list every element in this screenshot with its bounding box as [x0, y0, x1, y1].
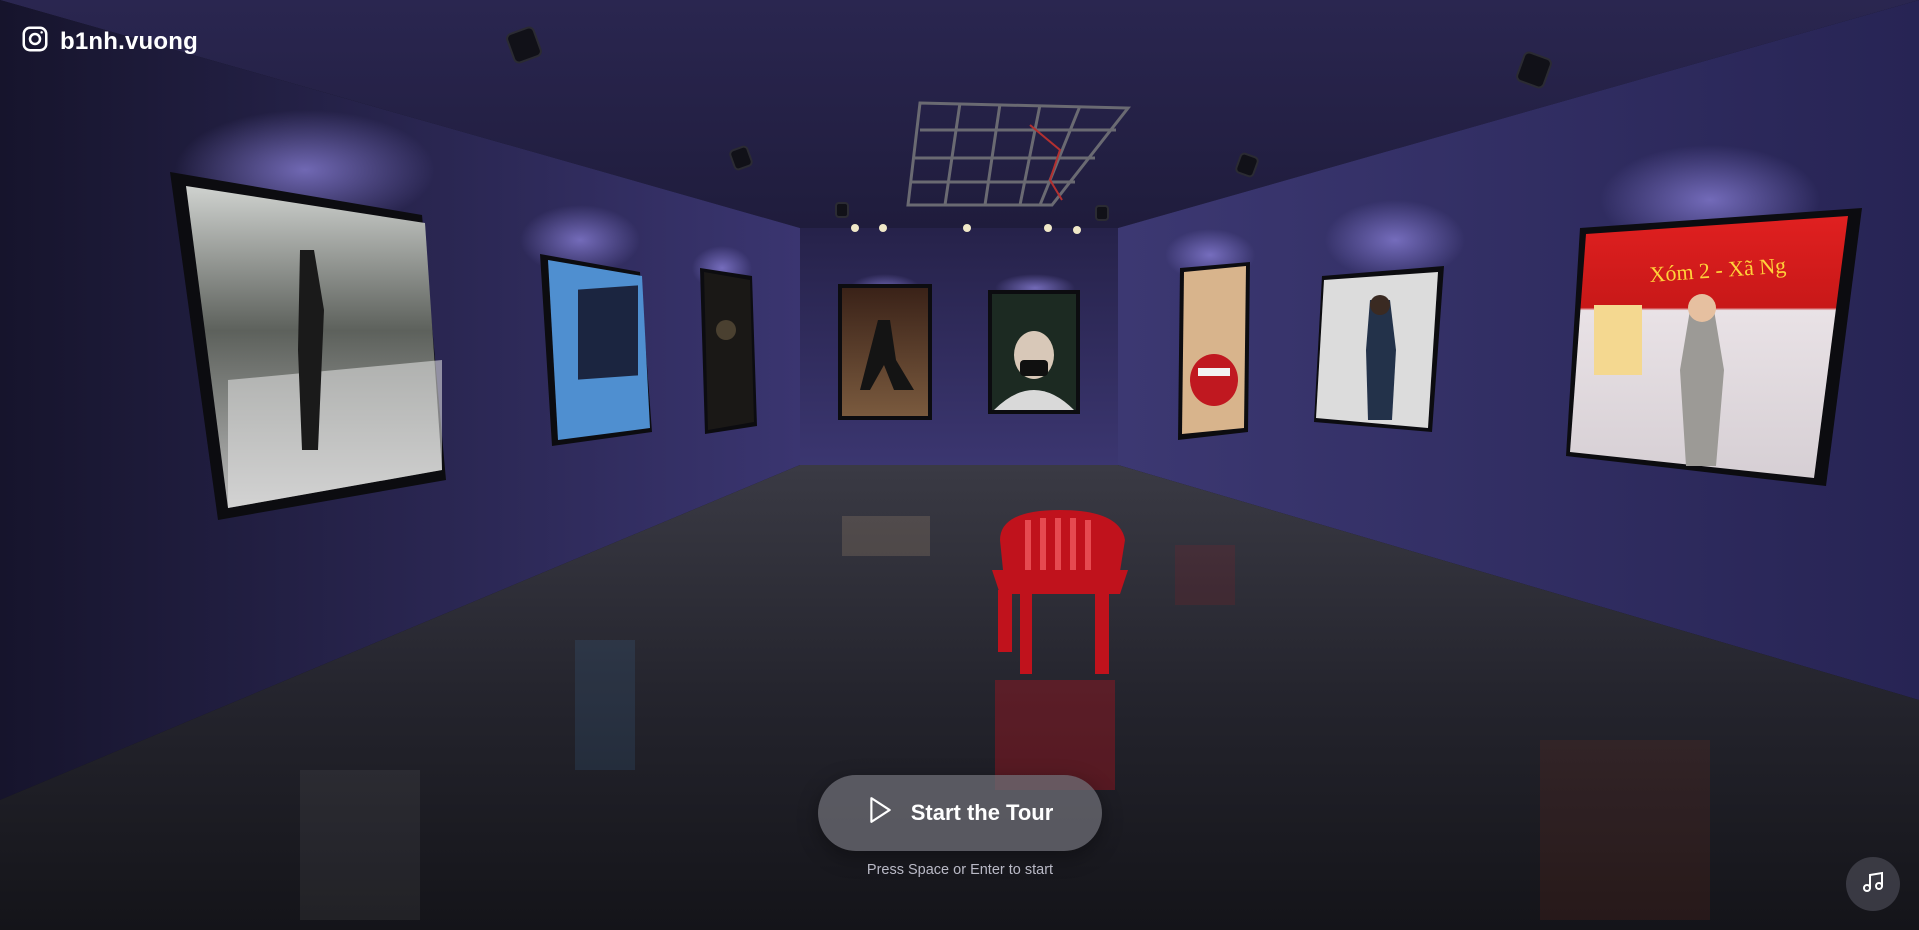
- frame-7[interactable]: [1314, 266, 1444, 432]
- music-note-icon: [1861, 870, 1885, 899]
- frame-2[interactable]: [540, 254, 652, 446]
- frame-8[interactable]: Xóm 2 - Xã Ng: [1566, 208, 1862, 486]
- frame-6[interactable]: [1178, 262, 1250, 440]
- instagram-icon: [20, 24, 50, 59]
- start-tour-button[interactable]: Start the Tour: [818, 775, 1102, 851]
- frame-1[interactable]: [170, 172, 446, 520]
- instagram-handle: b1nh.vuong: [60, 27, 198, 55]
- music-toggle-button[interactable]: [1846, 857, 1900, 911]
- start-tour-label: Start the Tour: [910, 800, 1054, 825]
- play-icon: [867, 796, 893, 830]
- instagram-handle-link[interactable]: b1nh.vuong: [20, 24, 198, 59]
- start-hint: Press Space or Enter to start: [866, 862, 1054, 878]
- frame-3[interactable]: [700, 268, 757, 434]
- frame-5[interactable]: [988, 290, 1080, 414]
- frame-4[interactable]: [838, 284, 932, 420]
